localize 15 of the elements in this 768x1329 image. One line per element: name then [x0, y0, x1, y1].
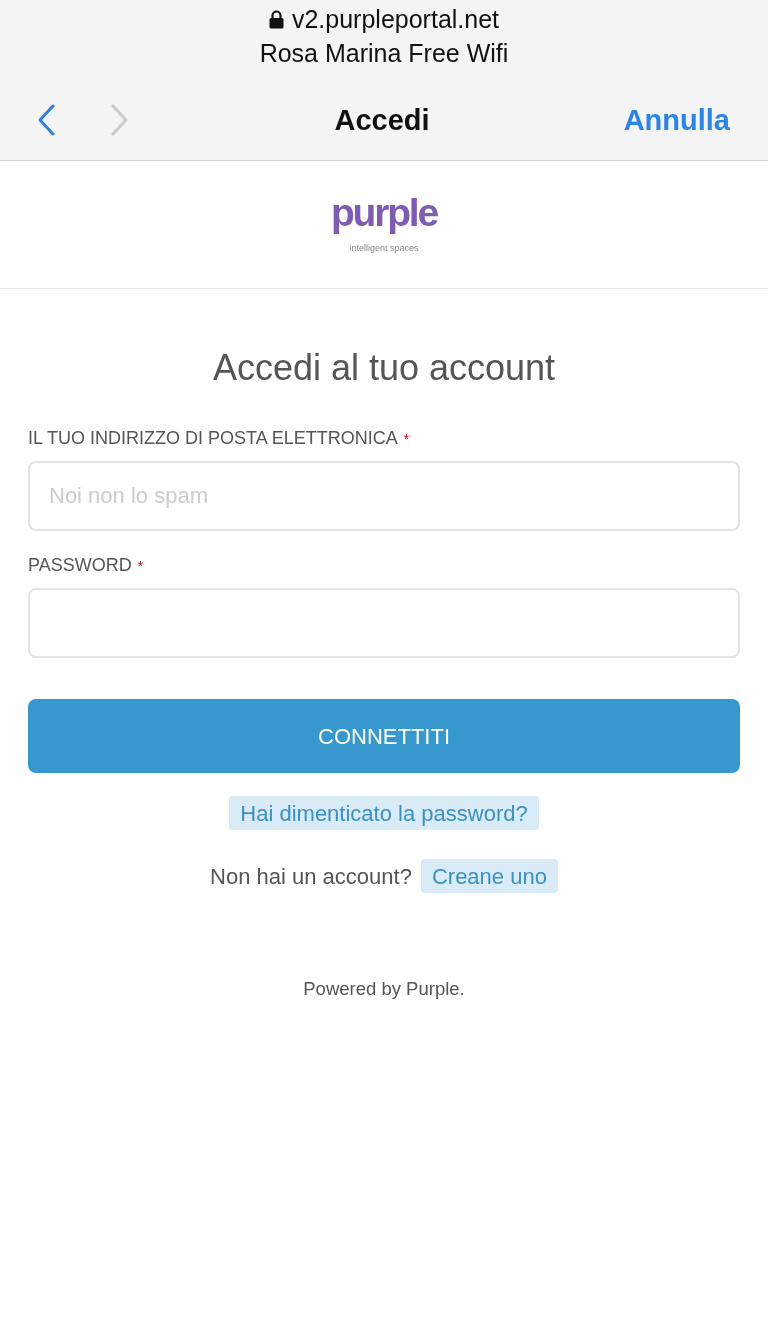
form-heading: Accedi al tuo account	[212, 346, 556, 390]
signup-prompt: Non hai un account?	[210, 862, 412, 891]
cancel-button[interactable]: Annulla	[623, 102, 730, 138]
signup-link[interactable]: Creane uno	[420, 859, 558, 893]
url-text: v2.purpleportal.net	[291, 5, 500, 33]
field-label: PASSWORD *	[28, 554, 144, 577]
nav-title: Accedi	[334, 103, 430, 138]
forgot-password-link[interactable]: Hai dimenticato la password?	[229, 796, 539, 830]
connect-button[interactable]: CONNETTITI	[28, 699, 740, 773]
logo-wordmark: purple	[331, 190, 437, 236]
logo-tagline: intelligent spaces	[349, 242, 419, 254]
field-label: IL TUO INDIRIZZO DI POSTA ELETTRONICA *	[28, 427, 410, 450]
page-title: Rosa Marina Free Wifi	[259, 39, 509, 67]
input-field[interactable]	[28, 588, 740, 658]
footer-text: Powered by Purple.	[303, 978, 465, 1000]
